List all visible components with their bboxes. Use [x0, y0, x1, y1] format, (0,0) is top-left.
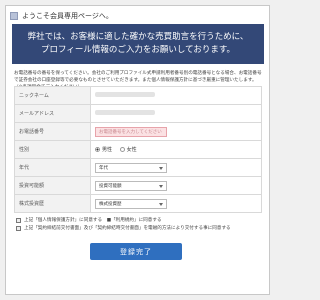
form-label: 株式投資歴: [14, 194, 91, 213]
phone-input[interactable]: お電話番号を入力してください: [95, 126, 167, 137]
page-title: ようこそ会員専用ページへ。: [22, 12, 113, 20]
masked-value: [95, 92, 155, 97]
header-square-icon: [10, 12, 18, 20]
experience-select[interactable]: 株式投資歴: [95, 198, 167, 209]
nickname-value: [90, 86, 262, 105]
agreement-privacy-checkbox[interactable]: 上記「個人情報保護方針」に同意する ■「利用規約」に同意する: [16, 216, 266, 224]
age-select[interactable]: 年代: [95, 162, 167, 173]
form-label: 年代: [14, 158, 91, 177]
form-row-nickname: ニックネーム: [14, 86, 262, 105]
form-row-email: メールアドレス: [14, 104, 262, 123]
agreement-section: 上記「個人情報保護方針」に同意する ■「利用規約」に同意する 上記「契約締結前交…: [16, 216, 266, 232]
form-label: ニックネーム: [14, 86, 91, 105]
masked-value: [95, 110, 155, 115]
submit-button[interactable]: 登録完了: [90, 243, 182, 260]
email-value: [90, 104, 262, 123]
form-label: メールアドレス: [14, 104, 91, 123]
gender-radio-male[interactable]: 男性: [95, 146, 112, 153]
checkbox-icon: [16, 217, 21, 223]
form-row-experience: 株式投資歴 株式投資歴: [14, 194, 262, 213]
investment-amount-select[interactable]: 投資可能額: [95, 180, 167, 191]
radio-dot-icon: [119, 146, 125, 152]
agreement-documents-checkbox[interactable]: 上記「契約締結前交付書面」及び「契約締結時交付書面」を電磁的方法により交付する事…: [16, 224, 266, 232]
form-row-investment-amount: 投資可能額 投資可能額: [14, 176, 262, 195]
info-banner: 弊社では、お客様に適した確かな売買助言を行うために、 プロフィール情報のご入力を…: [12, 24, 264, 64]
banner-line-1: 弊社では、お客様に適した確かな売買助言を行うために、: [27, 32, 249, 42]
form-label: 投資可能額: [14, 176, 91, 195]
form-label: お電話番号: [14, 122, 91, 141]
checkbox-icon: [16, 225, 21, 231]
page-header: ようこそ会員専用ページへ。: [10, 8, 262, 24]
gender-radio-female[interactable]: 女性: [119, 146, 137, 153]
form-row-phone: お電話番号 お電話番号を入力してください: [14, 122, 262, 141]
form-row-age: 年代 年代: [14, 158, 262, 177]
form-row-gender: 性別 男性 女性: [14, 140, 262, 159]
form-label: 性別: [14, 140, 91, 159]
radio-dot-icon: [95, 146, 100, 152]
profile-form: ニックネーム メールアドレス お電話番号 お電話番号を入力してください 性別 男…: [14, 86, 262, 213]
banner-line-2: プロフィール情報のご入力をお願いしております。: [41, 45, 235, 55]
